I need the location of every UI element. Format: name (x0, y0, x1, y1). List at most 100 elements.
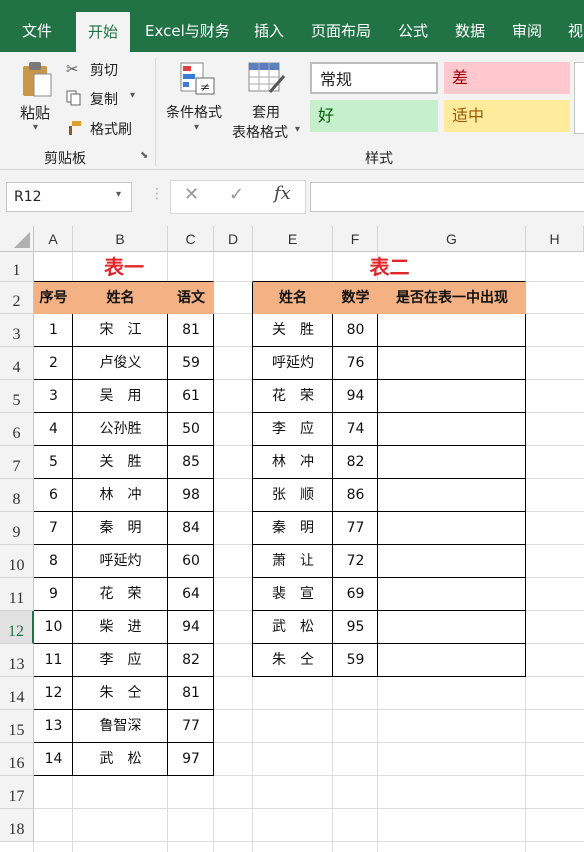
table2-header[interactable]: 姓名 (253, 282, 333, 314)
row-header-18[interactable]: 18 (0, 809, 34, 842)
table2-cell[interactable]: 张 顺 (253, 479, 333, 512)
table2-cell[interactable] (378, 446, 526, 479)
table1-cell[interactable]: 卢俊义 (73, 347, 168, 380)
table2-cell[interactable] (378, 347, 526, 380)
table1-cell[interactable]: 宋 江 (73, 314, 168, 347)
row-header-14[interactable]: 14 (0, 677, 34, 710)
table2-cell[interactable]: 林 冲 (253, 446, 333, 479)
table2-cell[interactable]: 80 (333, 314, 378, 347)
copy-dropdown-icon[interactable]: ▾ (130, 90, 135, 101)
table2-cell[interactable]: 94 (333, 380, 378, 413)
table1-cell[interactable]: 花 荣 (73, 578, 168, 611)
table1-cell[interactable]: 14 (34, 743, 73, 776)
table1-cell[interactable]: 秦 明 (73, 512, 168, 545)
table2-cell[interactable]: 关 胜 (253, 314, 333, 347)
table1-header[interactable]: 姓名 (73, 282, 168, 314)
tab-home[interactable]: 开始 (76, 12, 131, 52)
table1-cell[interactable]: 林 冲 (73, 479, 168, 512)
row-header-7[interactable]: 7 (0, 446, 34, 479)
table2-cell[interactable]: 74 (333, 413, 378, 446)
column-header-f[interactable]: F (333, 226, 378, 252)
table1-cell[interactable]: 2 (34, 347, 73, 380)
column-header-b[interactable]: B (73, 226, 168, 252)
table2-title[interactable]: 表二 (253, 252, 526, 282)
table2-cell[interactable]: 86 (333, 479, 378, 512)
table1-cell[interactable]: 武 松 (73, 743, 168, 776)
table1-cell[interactable]: 82 (168, 644, 214, 677)
table1-cell[interactable]: 10 (34, 611, 73, 644)
table2-cell[interactable]: 武 松 (253, 611, 333, 644)
table2-cell[interactable]: 95 (333, 611, 378, 644)
table1-cell[interactable]: 3 (34, 380, 73, 413)
tab-excel-finance[interactable]: Excel与财务 (145, 0, 230, 52)
table2-cell[interactable]: 59 (333, 644, 378, 677)
table1-cell[interactable]: 6 (34, 479, 73, 512)
table2-cell[interactable]: 呼延灼 (253, 347, 333, 380)
table1-cell[interactable]: 13 (34, 710, 73, 743)
cell-style-neutral[interactable]: 适中 (444, 100, 570, 132)
table2-cell[interactable] (378, 413, 526, 446)
row-header-9[interactable]: 9 (0, 512, 34, 545)
column-header-h[interactable]: H (526, 226, 584, 252)
table2-cell[interactable] (378, 578, 526, 611)
row-header-11[interactable]: 11 (0, 578, 34, 611)
table2-cell[interactable]: 69 (333, 578, 378, 611)
row-header-10[interactable]: 10 (0, 545, 34, 578)
table1-cell[interactable]: 11 (34, 644, 73, 677)
table2-cell[interactable]: 李 应 (253, 413, 333, 446)
table1-cell[interactable]: 61 (168, 380, 214, 413)
paste-icon[interactable] (20, 60, 54, 100)
table2-cell[interactable]: 朱 仝 (253, 644, 333, 677)
table1-title[interactable]: 表一 (34, 252, 214, 282)
row-header-5[interactable]: 5 (0, 380, 34, 413)
table1-cell[interactable]: 64 (168, 578, 214, 611)
table2-cell[interactable]: 秦 明 (253, 512, 333, 545)
table2-cell[interactable]: 82 (333, 446, 378, 479)
table1-cell[interactable]: 98 (168, 479, 214, 512)
table1-cell[interactable]: 李 应 (73, 644, 168, 677)
row-header-8[interactable]: 8 (0, 479, 34, 512)
table1-cell[interactable]: 7 (34, 512, 73, 545)
format-as-table-button[interactable]: 表格格式 (232, 122, 288, 142)
cell-style-normal[interactable]: 常规 (310, 62, 438, 94)
name-box[interactable]: R12 (6, 182, 132, 212)
row-header-6[interactable]: 6 (0, 413, 34, 446)
column-header-e[interactable]: E (253, 226, 333, 252)
row-header-4[interactable]: 4 (0, 347, 34, 380)
row-header-13[interactable]: 13 (0, 644, 34, 677)
tab-review[interactable]: 审阅 (512, 0, 542, 52)
table1-cell[interactable]: 9 (34, 578, 73, 611)
column-header-g[interactable]: G (378, 226, 526, 252)
cancel-icon[interactable]: ✕ (184, 184, 199, 205)
tab-formulas[interactable]: 公式 (398, 0, 428, 52)
table1-cell[interactable]: 50 (168, 413, 214, 446)
table1-header[interactable]: 语文 (168, 282, 214, 314)
table1-cell[interactable]: 5 (34, 446, 73, 479)
conditional-format-dropdown-icon[interactable]: ▾ (194, 122, 199, 133)
enter-icon[interactable]: ✓ (229, 184, 244, 205)
row-header-1[interactable]: 1 (0, 252, 34, 282)
tab-data[interactable]: 数据 (455, 0, 485, 52)
row-header-17[interactable]: 17 (0, 776, 34, 809)
table1-cell[interactable]: 公孙胜 (73, 413, 168, 446)
table2-header[interactable]: 是否在表一中出现 (378, 282, 526, 314)
table1-cell[interactable]: 12 (34, 677, 73, 710)
table1-cell[interactable]: 呼延灼 (73, 545, 168, 578)
table1-cell[interactable]: 柴 进 (73, 611, 168, 644)
table1-cell[interactable]: 81 (168, 677, 214, 710)
table2-cell[interactable]: 萧 让 (253, 545, 333, 578)
table2-cell[interactable] (378, 644, 526, 677)
table1-cell[interactable]: 关 胜 (73, 446, 168, 479)
paste-button[interactable]: 粘贴 (20, 102, 50, 123)
table2-cell[interactable] (378, 479, 526, 512)
table2-cell[interactable] (378, 611, 526, 644)
table1-cell[interactable]: 97 (168, 743, 214, 776)
table1-cell[interactable]: 1 (34, 314, 73, 347)
table1-cell[interactable]: 朱 仝 (73, 677, 168, 710)
table2-cell[interactable]: 72 (333, 545, 378, 578)
column-header-a[interactable]: A (34, 226, 73, 252)
column-header-c[interactable]: C (168, 226, 214, 252)
column-header-d[interactable]: D (214, 226, 253, 252)
table1-cell[interactable]: 吴 用 (73, 380, 168, 413)
table2-header[interactable]: 数学 (333, 282, 378, 314)
